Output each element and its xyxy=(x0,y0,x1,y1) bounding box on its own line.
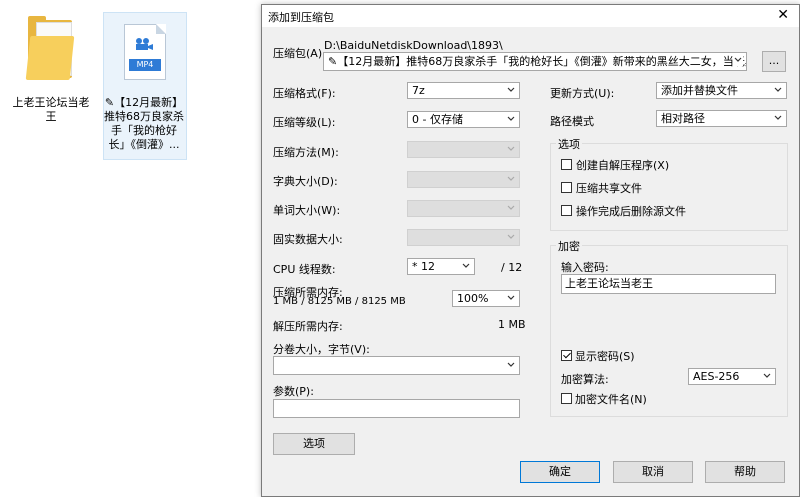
algorithm-select[interactable]: AES-256 xyxy=(688,368,776,385)
chevron-down-icon xyxy=(507,146,515,151)
options-button[interactable]: 选项 xyxy=(273,433,355,455)
folder-icon xyxy=(24,14,78,82)
sfx-label: 创建自解压程序(X) xyxy=(576,159,670,172)
split-label: 分卷大小，字节(V): xyxy=(273,343,370,356)
show-password-checkbox[interactable] xyxy=(561,350,572,361)
cpu-threads-select[interactable]: * 12 xyxy=(407,258,475,275)
archive-path: D:\BaiduNetdiskDownload\1893\ xyxy=(324,39,503,52)
dict-label: 字典大小(D): xyxy=(273,175,338,188)
archive-label: 压缩包(A) xyxy=(273,47,323,60)
solid-label: 固实数据大小: xyxy=(273,233,343,246)
memory-detail: 1 MB / 8125 MB / 8125 MB xyxy=(273,296,406,307)
archive-mini-icon: ✎ xyxy=(104,96,115,109)
cancel-button[interactable]: 取消 xyxy=(613,461,693,483)
chevron-down-icon xyxy=(507,234,515,239)
delete-source-checkbox[interactable] xyxy=(561,205,572,216)
word-label: 单词大小(W): xyxy=(273,204,341,217)
update-mode-label: 更新方式(U): xyxy=(550,87,615,100)
decompress-memory-value: 1 MB xyxy=(498,318,526,331)
word-select xyxy=(407,200,520,217)
level-select[interactable]: 0 - 仅存储 xyxy=(407,111,520,128)
cpu-label: CPU 线程数: xyxy=(273,263,336,276)
file-type-badge: MP4 xyxy=(129,59,161,71)
chevron-down-icon xyxy=(507,176,515,181)
browse-button[interactable]: ... xyxy=(762,51,786,72)
video-file-icon: MP4 xyxy=(124,24,166,80)
level-label: 压缩等级(L): xyxy=(273,116,336,129)
dialog-title: 添加到压缩包 xyxy=(268,11,334,24)
path-mode-label: 路径模式 xyxy=(550,115,594,128)
archive-mini-icon: ✎ xyxy=(328,55,338,68)
chevron-down-icon xyxy=(774,87,782,92)
video-camera-icon xyxy=(136,38,153,50)
chevron-down-icon xyxy=(507,295,515,300)
update-mode-select[interactable]: 添加并替换文件 xyxy=(656,82,787,99)
password-label: 输入密码: xyxy=(561,261,609,274)
chevron-down-icon xyxy=(507,362,515,367)
folder-label: 上老王论坛当老王 xyxy=(12,96,90,123)
dict-select xyxy=(407,171,520,188)
add-to-archive-dialog: 添加到压缩包 ✕ 压缩包(A) D:\BaiduNetdiskDownload\… xyxy=(261,4,800,497)
chevron-down-icon xyxy=(507,205,515,210)
options-group-title: 选项 xyxy=(556,136,582,152)
archive-name-combo[interactable]: ✎【12月最新】推特68万良家杀手「我的枪好长」《倒灌》新带来的黑丝大二女，当玩… xyxy=(323,52,747,71)
decompress-memory-label: 解压所需内存: xyxy=(273,320,343,333)
title-bar: 添加到压缩包 ✕ xyxy=(262,5,799,27)
encryption-group-title: 加密 xyxy=(556,238,582,254)
show-password-label: 显示密码(S) xyxy=(575,350,635,363)
delete-source-label: 操作完成后删除源文件 xyxy=(576,205,686,218)
help-button[interactable]: 帮助 xyxy=(705,461,785,483)
password-input[interactable]: 上老王论坛当老王 xyxy=(561,274,776,294)
format-select[interactable]: 7z xyxy=(407,82,520,99)
shared-files-label: 压缩共享文件 xyxy=(576,182,642,195)
file-label: ✎【12月最新】推特68万良家杀手「我的枪好长」《倒灌》... xyxy=(104,96,184,151)
encrypt-names-label: 加密文件名(N) xyxy=(575,393,647,406)
algorithm-label: 加密算法: xyxy=(561,373,609,386)
chevron-down-icon xyxy=(774,115,782,120)
close-icon[interactable]: ✕ xyxy=(777,7,789,23)
sfx-checkbox[interactable] xyxy=(561,159,572,170)
chevron-down-icon xyxy=(507,116,515,121)
split-size-combo[interactable] xyxy=(273,356,520,375)
method-select xyxy=(407,141,520,158)
shared-files-checkbox[interactable] xyxy=(561,182,572,193)
ok-button[interactable]: 确定 xyxy=(520,461,600,483)
chevron-down-icon xyxy=(763,373,771,378)
memory-percent-select[interactable]: 100% xyxy=(452,290,520,307)
method-label: 压缩方法(M): xyxy=(273,146,339,159)
path-mode-select[interactable]: 相对路径 xyxy=(656,110,787,127)
params-input[interactable] xyxy=(273,399,520,418)
chevron-down-icon xyxy=(733,54,743,66)
format-label: 压缩格式(F): xyxy=(273,87,336,100)
chevron-down-icon xyxy=(507,87,515,92)
solid-select xyxy=(407,229,520,246)
cpu-total: / 12 xyxy=(501,261,523,274)
chevron-down-icon xyxy=(462,263,470,268)
encrypt-names-checkbox[interactable] xyxy=(561,393,572,404)
params-label: 参数(P): xyxy=(273,385,314,398)
